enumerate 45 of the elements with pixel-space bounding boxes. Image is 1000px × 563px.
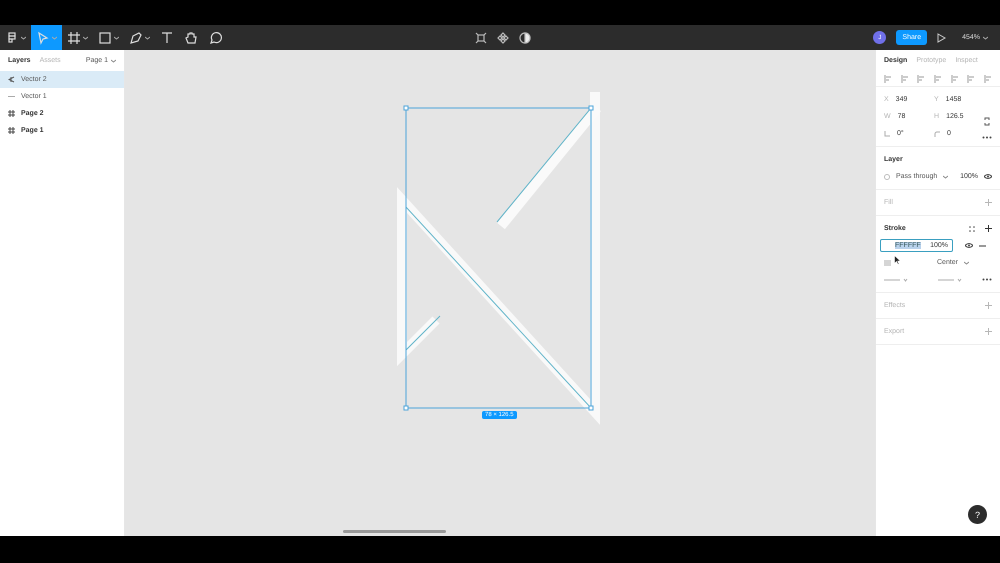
align-icon[interactable] <box>934 74 942 82</box>
shape-icon <box>98 30 112 44</box>
corner-icon <box>934 130 940 136</box>
eye-icon[interactable] <box>965 243 973 248</box>
frame-icon <box>8 110 15 117</box>
style-grid-icon[interactable] <box>969 226 975 232</box>
mask-icon <box>519 32 531 44</box>
more-icon[interactable] <box>982 278 992 281</box>
align-icon[interactable] <box>884 74 892 82</box>
stroke-weight-icon <box>884 260 891 266</box>
constrain-icon[interactable] <box>984 117 990 126</box>
caret-icon <box>52 36 57 40</box>
blend-icon <box>884 174 890 180</box>
vector-icon <box>8 76 15 83</box>
caret-icon <box>21 36 26 40</box>
frame-icon <box>8 127 15 134</box>
text-icon <box>160 30 174 44</box>
pointer-cursor <box>894 255 901 265</box>
more-icon[interactable] <box>982 136 992 139</box>
move-icon <box>36 30 50 44</box>
hand-icon <box>184 30 198 44</box>
caret-icon <box>145 36 150 40</box>
angle-icon <box>884 130 890 136</box>
align-icon[interactable] <box>900 74 909 82</box>
align-icon[interactable] <box>967 74 976 82</box>
align-icon[interactable] <box>984 74 992 82</box>
add-icon[interactable] <box>985 225 992 232</box>
eye-icon[interactable] <box>984 174 992 179</box>
help-button[interactable]: ? <box>968 505 987 524</box>
caret-icon[interactable] <box>964 260 970 264</box>
align-icon[interactable] <box>950 74 959 82</box>
line-icon <box>8 93 15 100</box>
crop-icon <box>475 32 487 44</box>
comment-icon <box>208 30 222 44</box>
frame-icon <box>67 30 81 44</box>
caret-icon <box>114 36 119 40</box>
component-icon <box>497 32 509 44</box>
caret-icon[interactable] <box>111 58 116 62</box>
scrollbar[interactable] <box>343 530 446 533</box>
play-icon[interactable] <box>937 32 946 42</box>
pen-icon <box>129 30 143 44</box>
caret-icon <box>83 36 88 40</box>
caret-icon <box>983 36 988 40</box>
caret-icon[interactable] <box>943 174 948 178</box>
align-icon[interactable] <box>917 74 926 82</box>
